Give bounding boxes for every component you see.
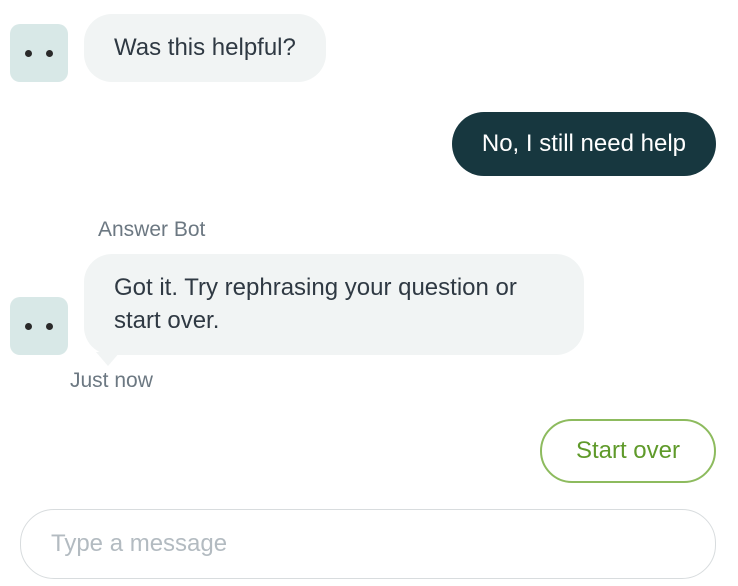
bot-message-bubble: Was this helpful?	[84, 14, 326, 82]
bot-avatar-icon	[10, 24, 68, 82]
user-message-bubble: No, I still need help	[452, 112, 716, 176]
bubble-tail-icon	[96, 352, 120, 366]
conversation: Was this helpful? No, I still need help …	[10, 14, 716, 483]
message-input[interactable]	[20, 509, 716, 579]
bot-message-group: Answer Bot Got it. Try rephrasing your q…	[10, 212, 716, 393]
message-composer	[10, 509, 716, 579]
sender-label: Answer Bot	[98, 218, 584, 242]
timestamp: Just now	[70, 369, 716, 393]
bot-message-bubble: Got it. Try rephrasing your question or …	[84, 254, 584, 355]
bot-message-row: Was this helpful?	[10, 14, 716, 82]
start-over-button[interactable]: Start over	[540, 419, 716, 483]
bot-avatar-icon	[10, 297, 68, 355]
user-message-row: No, I still need help	[10, 112, 716, 176]
quick-reply-row: Start over	[10, 419, 716, 483]
